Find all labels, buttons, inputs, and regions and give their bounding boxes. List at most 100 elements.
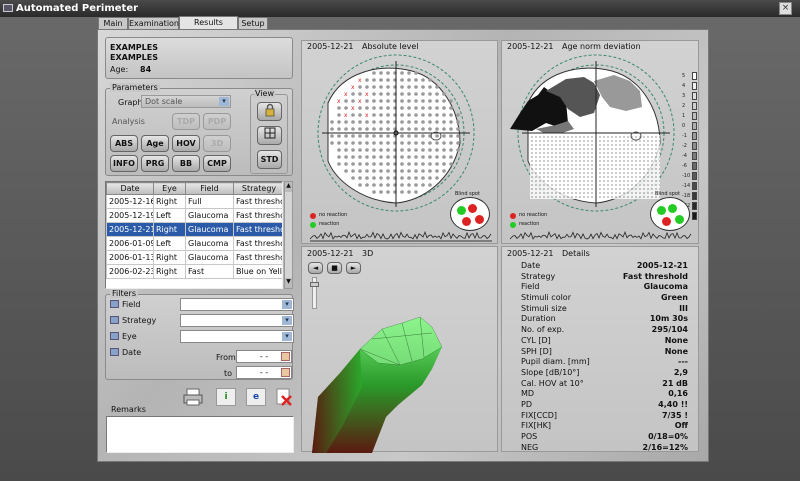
age-button[interactable]: Age	[141, 135, 169, 152]
stimulus-reaction	[386, 113, 390, 117]
table-cell: 2006-02-23	[106, 264, 154, 279]
close-button[interactable]: ×	[779, 2, 792, 15]
calendar-icon[interactable]	[281, 352, 290, 361]
app-window: Automated Perimeter × Main Examination R…	[0, 0, 800, 481]
stimulus-reaction	[421, 99, 425, 103]
stimulus-reaction	[456, 141, 460, 145]
delete-button[interactable]	[274, 387, 294, 407]
stimulus-reaction	[421, 148, 425, 152]
rotate-left-button[interactable]: ◄	[308, 262, 323, 274]
stimulus-reaction	[400, 71, 404, 75]
stimulus-no-reaction: x	[344, 91, 348, 98]
scroll-up-icon[interactable]: ▲	[285, 182, 292, 192]
stimulus-reaction	[414, 190, 418, 194]
stimulus-reaction	[386, 92, 390, 96]
graph-label: Graph	[118, 98, 143, 107]
stimulus-reaction	[414, 162, 418, 166]
pdp-button[interactable]: PDP	[203, 113, 231, 130]
stimulus-reaction	[351, 176, 355, 180]
stop-button[interactable]: ■	[327, 262, 342, 274]
exam-list-scrollbar[interactable]: ▲ ▼	[284, 181, 293, 289]
tdp-button[interactable]: TDP	[172, 113, 200, 130]
scroll-down-icon[interactable]: ▼	[285, 278, 292, 288]
table-row[interactable]: 2006-01-09LeftGlaucomaFast threshold	[106, 236, 282, 251]
to-label: to	[224, 369, 233, 378]
abs-button[interactable]: ABS	[110, 135, 138, 152]
stimulus-reaction	[442, 106, 446, 110]
stimulus-reaction	[379, 148, 383, 152]
cmp-button[interactable]: CMP	[203, 155, 231, 172]
stimulus-reaction	[372, 78, 376, 82]
stimulus-reaction	[365, 162, 369, 166]
scale-tick: 2	[682, 101, 698, 111]
details-date: 2005-12-21	[507, 249, 554, 258]
col-header-field[interactable]: Field	[185, 182, 234, 195]
stimulus-no-reaction: x	[358, 98, 362, 105]
col-header-eye[interactable]: Eye	[153, 182, 186, 195]
stimulus-reaction	[449, 134, 453, 138]
stimulus-reaction	[386, 176, 390, 180]
stimulus-reaction	[372, 120, 376, 124]
stimulus-reaction	[351, 134, 355, 138]
prg-button[interactable]: PRG	[141, 155, 169, 172]
import-button[interactable]: i	[216, 388, 236, 406]
scale-swatch	[692, 142, 697, 150]
bb-button[interactable]: BB	[172, 155, 200, 172]
strategy-filter-select[interactable]: ▾	[180, 314, 294, 327]
blind-spot-indicator	[450, 197, 490, 231]
stimulus-reaction	[330, 141, 334, 145]
print-button[interactable]	[182, 387, 204, 407]
table-cell: Full	[185, 194, 234, 209]
scale-tick: -4	[682, 151, 698, 161]
stimulus-reaction	[435, 120, 439, 124]
stimulus-reaction	[407, 183, 411, 187]
stimulus-reaction	[414, 99, 418, 103]
lock-view-button[interactable]	[257, 102, 282, 121]
stimulus-reaction	[442, 92, 446, 96]
graph-select[interactable]: Dot scale ▾	[141, 95, 231, 108]
scale-tick: -1	[682, 131, 698, 141]
stimulus-reaction	[379, 162, 383, 166]
stimulus-reaction	[407, 155, 411, 159]
stimulus-reaction	[407, 176, 411, 180]
absolute-level-date: 2005-12-21	[307, 42, 354, 51]
col-header-strategy[interactable]: Strategy	[233, 182, 282, 195]
stimulus-reaction	[372, 148, 376, 152]
col-header-date[interactable]: Date	[106, 182, 154, 195]
stimulus-reaction	[414, 134, 418, 138]
table-row[interactable]: 2006-01-13RightGlaucomaFast threshold	[106, 250, 282, 265]
scale-label: -14	[682, 183, 691, 189]
stimulus-reaction	[428, 169, 432, 173]
rotate-right-button[interactable]: ►	[346, 262, 361, 274]
table-row[interactable]: 2006-02-23RightFastBlue on Yellow	[106, 264, 282, 279]
stimulus-reaction	[400, 176, 404, 180]
calendar-icon[interactable]	[281, 368, 290, 377]
std-button[interactable]: STD	[257, 150, 282, 169]
stimulus-reaction	[435, 113, 439, 117]
tab-results-review[interactable]: Results review	[179, 16, 238, 39]
to-date-input[interactable]: - -	[236, 366, 292, 379]
grid-view-button[interactable]	[257, 126, 282, 145]
stimulus-reaction	[414, 155, 418, 159]
table-row[interactable]: 2005-12-21RightGlaucomaFast threshold	[106, 222, 282, 237]
stimulus-reaction	[330, 120, 334, 124]
field-filter-select[interactable]: ▾	[180, 298, 294, 311]
export-button[interactable]: e	[246, 388, 266, 406]
stimulus-reaction	[400, 190, 404, 194]
stimulus-reaction	[414, 127, 418, 131]
table-row[interactable]: 2005-12-19LeftGlaucomaFast threshold	[106, 208, 282, 223]
analysis-label: Analysis	[112, 117, 145, 126]
3d-button[interactable]: 3D	[203, 135, 231, 152]
stimulus-reaction	[365, 155, 369, 159]
stimulus-reaction	[365, 120, 369, 124]
stimulus-no-reaction: x	[337, 98, 341, 105]
from-date-input[interactable]: - -	[236, 350, 292, 363]
stimulus-reaction	[428, 183, 432, 187]
table-row[interactable]: 2005-12-16RightFullFast threshold	[106, 194, 282, 209]
stimulus-reaction	[351, 148, 355, 152]
eye-filter-select[interactable]: ▾	[180, 330, 294, 343]
info-button[interactable]: INFO	[110, 155, 138, 172]
stimulus-reaction	[428, 78, 432, 82]
hov-button[interactable]: HOV	[172, 135, 200, 152]
remarks-textarea[interactable]	[106, 416, 294, 453]
